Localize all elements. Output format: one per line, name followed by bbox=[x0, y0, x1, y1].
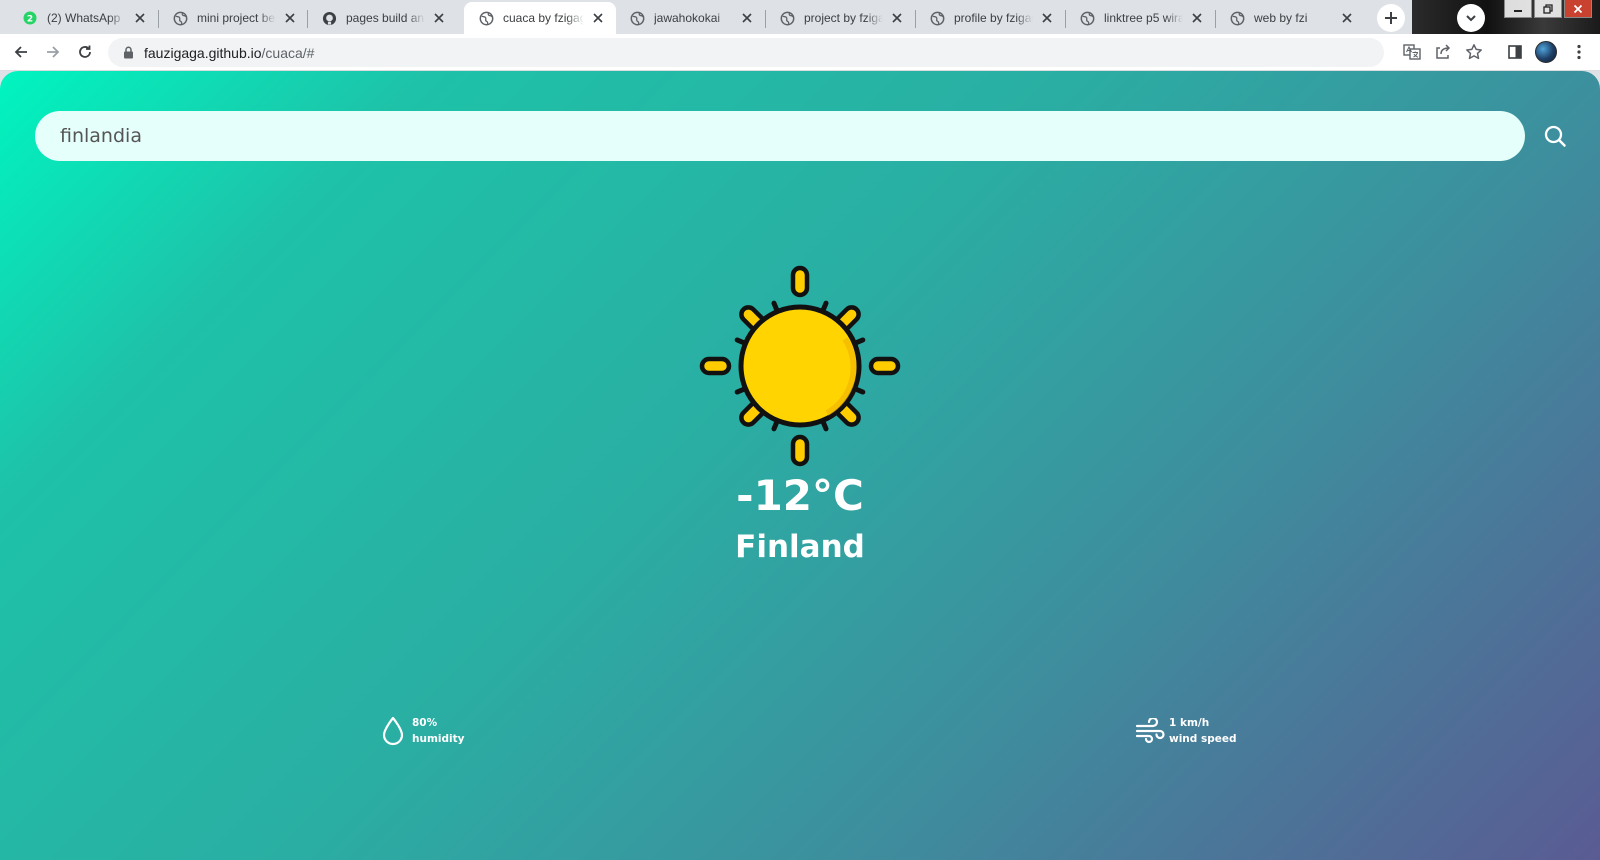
tab-pages-build[interactable]: pages build and deployment bbox=[307, 2, 457, 34]
weather-app: -12°C Finland 80% humidity 1 km/h wind s… bbox=[0, 71, 1600, 860]
address-bar[interactable]: fauzigaga.github.io/cuaca/# bbox=[108, 38, 1384, 67]
share-icon bbox=[1434, 43, 1452, 61]
city-search-input[interactable] bbox=[35, 111, 1525, 161]
avatar bbox=[1535, 41, 1557, 63]
search-icon bbox=[1543, 124, 1567, 148]
reload-button[interactable] bbox=[71, 38, 99, 66]
tab-cuaca[interactable]: cuaca by fzigaga bbox=[464, 2, 616, 34]
browser-toolbar: fauzigaga.github.io/cuaca/# bbox=[0, 34, 1600, 71]
minimize-icon bbox=[1513, 5, 1523, 13]
close-icon[interactable] bbox=[1189, 10, 1205, 26]
close-icon[interactable] bbox=[739, 10, 755, 26]
tab-mini-project[interactable]: mini project belajar bbox=[158, 2, 308, 34]
close-window-button[interactable] bbox=[1564, 0, 1592, 18]
more-vertical-icon bbox=[1577, 44, 1581, 60]
plus-icon bbox=[1384, 11, 1398, 25]
globe-icon bbox=[478, 10, 494, 26]
wind-icon bbox=[1135, 715, 1165, 747]
close-icon[interactable] bbox=[889, 10, 905, 26]
tab-profile[interactable]: profile by fzigaga bbox=[915, 2, 1065, 34]
tab-linktree[interactable]: linktree p5 wiraunana bbox=[1065, 2, 1215, 34]
humidity-label: humidity bbox=[412, 733, 465, 745]
globe-icon bbox=[779, 10, 795, 26]
url-path: /cuaca/# bbox=[261, 44, 315, 61]
reload-icon bbox=[77, 44, 93, 60]
minimize-button[interactable] bbox=[1504, 0, 1532, 18]
tab-whatsapp[interactable]: 2 (2) WhatsApp bbox=[8, 2, 158, 34]
tab-title: (2) WhatsApp bbox=[47, 11, 121, 25]
restore-icon bbox=[1543, 3, 1553, 14]
github-icon bbox=[321, 10, 337, 26]
back-button[interactable] bbox=[7, 38, 35, 66]
tab-title: profile by fzigaga bbox=[954, 11, 1033, 25]
temperature: -12°C bbox=[736, 471, 864, 520]
arrow-left-icon bbox=[13, 44, 29, 60]
browser-menu-button[interactable] bbox=[1567, 40, 1591, 64]
tab-title: linktree p5 wiraunana bbox=[1104, 11, 1183, 25]
bookmark-button[interactable] bbox=[1464, 42, 1484, 62]
tab-title: jawahokokai bbox=[654, 11, 721, 25]
forward-button[interactable] bbox=[39, 38, 67, 66]
globe-icon bbox=[172, 10, 188, 26]
globe-icon bbox=[629, 10, 645, 26]
wind-speed-label: wind speed bbox=[1169, 733, 1237, 745]
profile-button[interactable] bbox=[1534, 40, 1558, 64]
wind-detail: 1 km/h wind speed bbox=[1135, 715, 1236, 747]
tab-strip: 2 (2) WhatsApp mini project belajar page… bbox=[0, 0, 1600, 34]
humidity-value: 80% bbox=[412, 717, 438, 729]
tab-title: web by fzi bbox=[1254, 11, 1308, 25]
close-icon[interactable] bbox=[1339, 10, 1355, 26]
tab-jawahokokai[interactable]: jawahokokai bbox=[615, 2, 765, 34]
tab-title: pages build and deployment bbox=[346, 11, 425, 25]
search-bar bbox=[35, 111, 1566, 161]
tab-search-button[interactable] bbox=[1457, 4, 1485, 32]
globe-icon bbox=[1229, 10, 1245, 26]
lock-icon bbox=[120, 45, 136, 61]
arrow-right-icon bbox=[45, 44, 61, 60]
sun-icon bbox=[695, 261, 905, 471]
wind-speed-value: 1 km/h bbox=[1169, 717, 1210, 729]
tab-title: mini project belajar bbox=[197, 11, 276, 25]
close-icon[interactable] bbox=[431, 10, 447, 26]
star-icon bbox=[1465, 43, 1483, 61]
search-button[interactable] bbox=[1540, 121, 1570, 151]
humidity-detail: 80% humidity bbox=[378, 715, 464, 747]
close-icon[interactable] bbox=[132, 10, 148, 26]
side-panel-button[interactable] bbox=[1503, 40, 1527, 64]
new-tab-button[interactable] bbox=[1377, 4, 1405, 32]
url-host: fauzigaga.github.io bbox=[144, 44, 262, 61]
tab-title: cuaca by fzigaga bbox=[503, 11, 584, 25]
water-drop-icon bbox=[378, 715, 408, 747]
tab-project[interactable]: project by fzigaga bbox=[765, 2, 915, 34]
city-name: Finland bbox=[735, 529, 865, 565]
close-icon bbox=[1573, 4, 1583, 14]
tab-web[interactable]: web by fzi bbox=[1215, 2, 1365, 34]
globe-icon bbox=[1079, 10, 1095, 26]
share-button[interactable] bbox=[1433, 42, 1453, 62]
tab-title: project by fzigaga bbox=[804, 11, 883, 25]
svg-text:2: 2 bbox=[27, 15, 33, 25]
close-icon[interactable] bbox=[1039, 10, 1055, 26]
chevron-down-icon bbox=[1465, 12, 1477, 24]
close-icon[interactable] bbox=[282, 10, 298, 26]
globe-icon bbox=[929, 10, 945, 26]
window-controls bbox=[1504, 0, 1592, 20]
close-icon[interactable] bbox=[590, 10, 606, 26]
whatsapp-icon: 2 bbox=[22, 10, 38, 26]
translate-button[interactable] bbox=[1402, 42, 1422, 62]
side-panel-icon bbox=[1507, 44, 1523, 60]
restore-button[interactable] bbox=[1534, 0, 1562, 18]
translate-icon bbox=[1403, 43, 1421, 61]
